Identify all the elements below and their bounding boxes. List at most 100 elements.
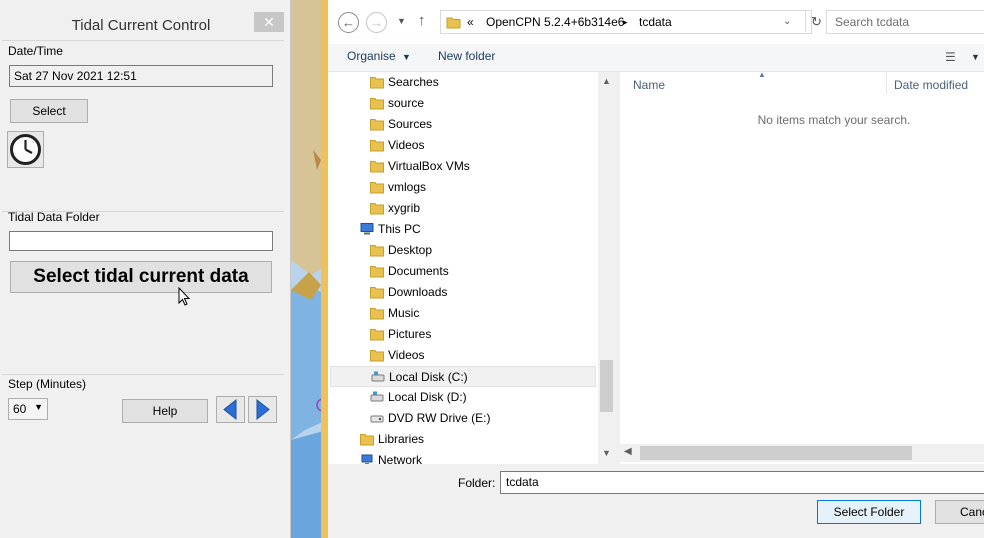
divider [2, 374, 284, 375]
tidal-folder-field[interactable] [9, 231, 273, 251]
tree-item-label: Documents [388, 264, 449, 278]
tree-item[interactable]: Local Disk (C:) [330, 366, 596, 387]
tree-item[interactable]: Searches [330, 72, 596, 93]
datetime-field[interactable]: Sat 27 Nov 2021 12:51 [9, 65, 273, 87]
computer-icon [360, 223, 374, 235]
tree-item[interactable]: Downloads [330, 282, 596, 303]
tree-item[interactable]: Desktop [330, 240, 596, 261]
folder-name-input[interactable]: tcdata [500, 471, 984, 494]
tidal-folder-label: Tidal Data Folder [8, 210, 100, 224]
breadcrumb-overflow[interactable]: « [467, 15, 474, 29]
folder-icon [370, 140, 384, 152]
chevron-down-icon[interactable]: ▼ [971, 52, 980, 62]
tree-item-label: Videos [388, 138, 425, 152]
tree-item[interactable]: Pictures [330, 324, 596, 345]
cancel-button[interactable]: Cancel [935, 500, 984, 524]
select-folder-button[interactable]: Select Folder [817, 500, 921, 524]
tree-item[interactable]: This PC [330, 219, 596, 240]
back-button[interactable]: ← [338, 12, 359, 33]
previous-step-button[interactable] [216, 396, 245, 423]
tree-item-label: vmlogs [388, 180, 427, 194]
tree-item-label: Desktop [388, 243, 433, 257]
chevron-down-icon[interactable]: ⌄ [783, 16, 791, 27]
divider [2, 40, 284, 41]
folder-icon [370, 77, 384, 89]
search-input[interactable]: Search tcdata [826, 10, 984, 34]
select-datetime-button[interactable]: Select [10, 99, 88, 123]
step-value: 60 [13, 402, 27, 416]
scroll-up-icon[interactable]: ▲ [602, 76, 611, 86]
tree-item-label: Local Disk (D:) [388, 390, 467, 404]
folder-icon [370, 287, 384, 299]
scrollbar-thumb[interactable] [640, 446, 912, 460]
breadcrumb-item-tcdata[interactable]: tcdata [639, 15, 672, 29]
tree-item[interactable]: VirtualBox VMs [330, 156, 596, 177]
column-header-name[interactable]: Name [633, 78, 665, 92]
navigation-tree: Searches source Sources Videos VirtualBox VM… [328, 72, 613, 464]
file-list-horizontal-scrollbar[interactable]: ◀ [620, 444, 984, 462]
tree-item-label: source [388, 96, 425, 110]
folder-icon [370, 182, 384, 194]
tree-item[interactable]: Music [330, 303, 596, 324]
tree-item[interactable]: Libraries [330, 429, 596, 450]
clock-button[interactable] [7, 131, 44, 168]
folder-icon [370, 350, 384, 362]
tree-item[interactable]: Network [330, 450, 596, 464]
tree-item[interactable]: Videos [330, 135, 596, 156]
tree-item-label: xygrib [388, 201, 421, 215]
tidal-current-control-panel: Tidal Current Control ✕ Date/Time Sat 27… [0, 0, 291, 538]
step-select[interactable]: 60 ▼ [8, 398, 48, 420]
select-tidal-data-button[interactable]: Select tidal current data [10, 261, 272, 293]
folder-label: Folder: [458, 476, 496, 490]
forward-button[interactable]: → [366, 12, 387, 33]
tree-vertical-scrollbar[interactable]: ▲ ▼ [598, 72, 615, 464]
tree-item-label: Network [378, 453, 423, 464]
tree-item-label: Videos [388, 348, 425, 362]
close-button[interactable]: ✕ [254, 12, 284, 32]
chevron-down-icon: ▼ [34, 402, 43, 412]
folder-icon [370, 98, 384, 110]
tree-item[interactable]: Documents [330, 261, 596, 282]
help-button[interactable]: Help [122, 399, 208, 423]
up-arrow-icon[interactable]: ↑ [418, 12, 426, 29]
tree-item-label: Libraries [378, 432, 425, 446]
tree-item[interactable]: source [330, 93, 596, 114]
tree-item[interactable]: Sources [330, 114, 596, 135]
arrow-right-icon [256, 398, 270, 421]
organise-menu[interactable]: Organise ▼ [347, 49, 411, 63]
view-options-icon[interactable]: ☰ [945, 50, 956, 64]
folder-icon [446, 17, 461, 29]
address-bar[interactable]: « OpenCPN 5.2.4+6b314e6 ▸ tcdata ⌄ ↻ [440, 10, 822, 34]
dialog-footer: Folder: tcdata Select Folder Cancel [328, 464, 984, 538]
dialog-toolbar: Organise ▼ New folder ☰ ▼ [328, 44, 984, 72]
address-row: ← → ▼ ↑ « OpenCPN 5.2.4+6b314e6 ▸ tcdata… [328, 0, 984, 44]
tree-item-label: DVD RW Drive (E:) [388, 411, 491, 425]
tree-item-label: Music [388, 306, 420, 320]
scrollbar-thumb[interactable] [600, 360, 613, 412]
tree-item-label: VirtualBox VMs [388, 159, 470, 173]
folder-icon [370, 203, 384, 215]
tree-item[interactable]: Videos [330, 345, 596, 366]
step-label: Step (Minutes) [8, 377, 87, 391]
recent-locations-dropdown[interactable]: ▼ [397, 16, 406, 26]
next-step-button[interactable] [248, 396, 277, 423]
clock-icon [10, 134, 41, 165]
scroll-left-icon[interactable]: ◀ [624, 446, 632, 457]
tree-item-label: Sources [388, 117, 433, 131]
tree-item[interactable]: DVD RW Drive (E:) [330, 408, 596, 429]
column-header-date-modified[interactable]: Date modified [894, 78, 968, 92]
dvd-drive-icon [370, 415, 384, 423]
chevron-down-icon: ▼ [402, 52, 411, 62]
scroll-down-icon[interactable]: ▼ [602, 448, 611, 458]
folder-icon [370, 119, 384, 131]
new-folder-button[interactable]: New folder [438, 49, 495, 63]
refresh-icon[interactable]: ↻ [811, 14, 822, 30]
tree-item[interactable]: Local Disk (D:) [330, 387, 596, 408]
breadcrumb-item-opencpn[interactable]: OpenCPN 5.2.4+6b314e6 [486, 15, 624, 29]
folder-icon [360, 434, 374, 446]
datetime-label: Date/Time [8, 44, 63, 58]
tree-item[interactable]: xygrib [330, 198, 596, 219]
tree-item-label: Pictures [388, 327, 432, 341]
tree-item-label: This PC [378, 222, 421, 236]
tree-item[interactable]: vmlogs [330, 177, 596, 198]
